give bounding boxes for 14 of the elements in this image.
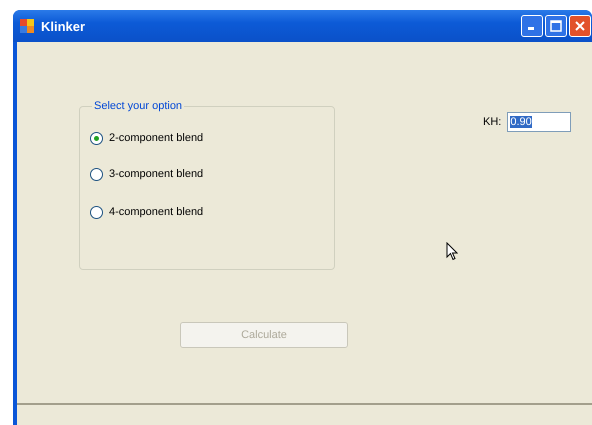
- radio-option[interactable]: 3-component blend: [90, 164, 334, 184]
- radio-option[interactable]: 2-component blend: [90, 128, 334, 148]
- maximize-button[interactable]: [545, 15, 567, 37]
- minimize-button[interactable]: [521, 15, 543, 37]
- mouse-pointer-icon: [446, 242, 458, 261]
- maximize-icon: [550, 20, 562, 32]
- window-title: Klinker: [41, 18, 86, 34]
- kh-label: KH:: [483, 116, 502, 128]
- group-title: Select your option: [93, 100, 184, 112]
- kh-input-field[interactable]: 0.90: [507, 112, 572, 132]
- radio-option[interactable]: 4-component blend: [90, 202, 334, 222]
- app-icon: [19, 18, 35, 34]
- close-icon: [575, 21, 585, 31]
- close-button[interactable]: [569, 15, 591, 37]
